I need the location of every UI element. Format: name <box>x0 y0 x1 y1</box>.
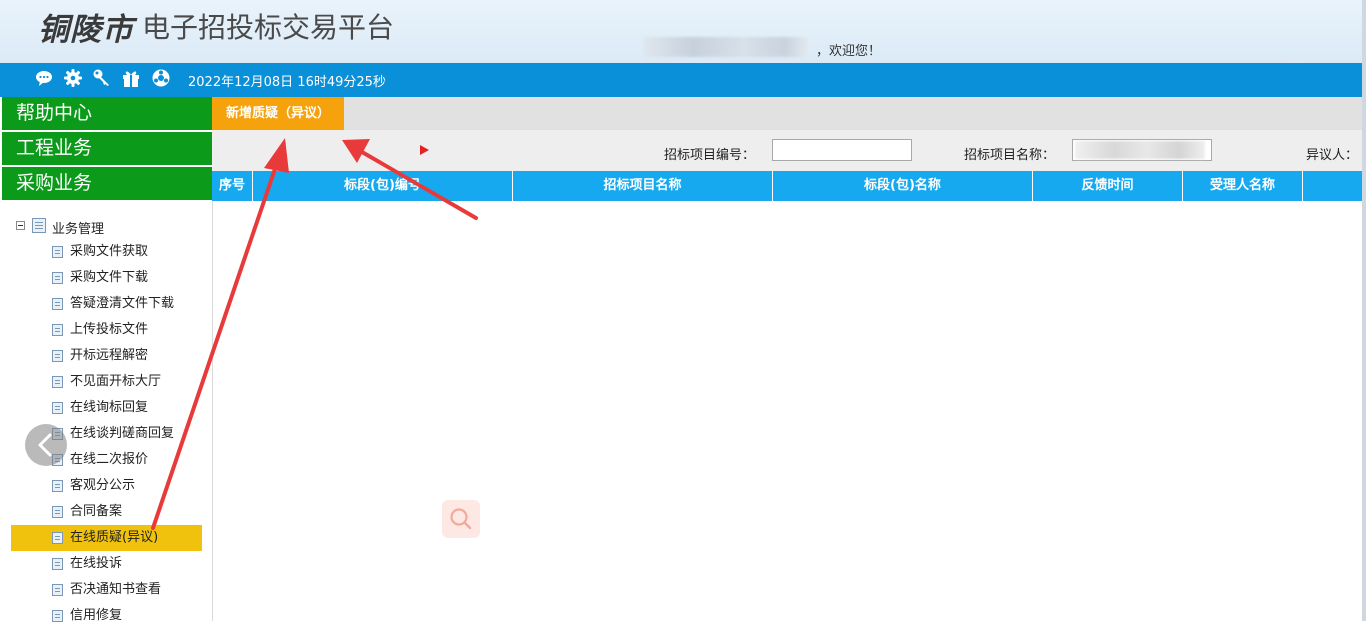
project-number-label: 招标项目编号： <box>664 148 756 163</box>
gift-icon[interactable] <box>121 69 141 89</box>
nav-procurement-business[interactable]: 采购业务 <box>2 167 212 200</box>
tree-item-online-objection[interactable]: 在线质疑(异议) <box>11 525 202 551</box>
chevron-left-icon <box>38 433 52 457</box>
key-icon[interactable] <box>92 69 112 89</box>
document-icon <box>52 376 63 388</box>
username-redacted <box>644 37 810 57</box>
table-header: 序号 标段(包)编号 招标项目名称 标段(包)名称 反馈时间 受理人名称 <box>212 171 1362 201</box>
tree-item-remote-decrypt[interactable]: 开标远程解密 <box>11 343 202 369</box>
document-icon <box>52 324 63 336</box>
document-icon <box>52 610 63 622</box>
floating-search-button[interactable] <box>442 500 480 538</box>
tree-item-credit-repair[interactable]: 信用修复 <box>11 603 202 629</box>
logo-platform-name: 电子招投标交易平台 <box>142 12 395 43</box>
tree-item-virtual-opening-hall[interactable]: 不见面开标大厅 <box>11 369 202 395</box>
document-icon <box>52 532 63 544</box>
column-header-project-name: 招标项目名称 <box>513 171 773 201</box>
sidebar: 帮助中心 工程业务 采购业务 业务管理 采购文件获取 采购文件下载 答疑澄清文件… <box>0 97 213 623</box>
back-arrow-button[interactable] <box>25 424 67 466</box>
column-header-extra <box>1303 171 1362 201</box>
logo-city-name: 铜陵市 <box>38 12 134 47</box>
column-header-handler-name: 受理人名称 <box>1183 171 1303 201</box>
tree-item-procurement-file-download[interactable]: 采购文件下载 <box>11 265 202 291</box>
right-scroll-edge <box>1362 97 1366 621</box>
welcome-text: ，欢迎您！ <box>816 44 882 59</box>
tree-root-label: 业务管理 <box>52 222 105 237</box>
tree-item-online-inquiry-reply[interactable]: 在线询标回复 <box>11 395 202 421</box>
left-edge <box>0 97 2 621</box>
document-icon <box>52 402 63 414</box>
document-icon <box>52 350 63 362</box>
tree-item-contract-filing[interactable]: 合同备案 <box>11 499 202 525</box>
nav-engineering-business[interactable]: 工程业务 <box>2 132 212 165</box>
document-icon <box>52 298 63 310</box>
settings-wheel-icon[interactable] <box>151 69 171 89</box>
current-datetime: 2022年12月08日 16时49分25秒 <box>188 75 386 90</box>
project-name-redacted <box>1075 141 1205 159</box>
tree-item-objective-score[interactable]: 客观分公示 <box>11 473 202 499</box>
tree-item-clarification-download[interactable]: 答疑澄清文件下载 <box>11 291 202 317</box>
document-icon <box>52 246 63 258</box>
tree-item-rejection-notice[interactable]: 否决通知书查看 <box>11 577 202 603</box>
document-icon <box>52 558 63 570</box>
search-icon <box>450 508 472 530</box>
project-name-label: 招标项目名称： <box>964 148 1056 163</box>
tree-item-online-complaint[interactable]: 在线投诉 <box>11 551 202 577</box>
folder-book-icon <box>32 218 46 233</box>
red-pointer-icon <box>420 145 429 155</box>
document-icon <box>52 480 63 492</box>
document-icon <box>52 584 63 596</box>
nav-help-center[interactable]: 帮助中心 <box>2 97 212 130</box>
tab-bar <box>212 97 1362 130</box>
tree-item-upload-bid[interactable]: 上传投标文件 <box>11 317 202 343</box>
add-objection-button[interactable]: 新增质疑（异议） <box>212 97 344 130</box>
top-toolbar: 2022年12月08日 16时49分25秒 <box>0 63 1366 97</box>
project-number-input[interactable] <box>772 139 912 161</box>
document-icon <box>52 272 63 284</box>
chat-icon[interactable] <box>34 69 54 89</box>
column-header-lot-name: 标段(包)名称 <box>773 171 1033 201</box>
column-header-lot-number: 标段(包)编号 <box>253 171 513 201</box>
collapse-icon[interactable] <box>16 221 25 230</box>
column-header-index: 序号 <box>212 171 253 201</box>
tree-item-procurement-file-get[interactable]: 采购文件获取 <box>11 239 202 265</box>
objector-label: 异议人： <box>1306 148 1359 163</box>
site-header: 铜陵市 电子招投标交易平台 ，欢迎您！ <box>0 0 1366 65</box>
gear-icon[interactable] <box>63 69 83 89</box>
document-icon <box>52 506 63 518</box>
column-header-feedback-time: 反馈时间 <box>1033 171 1183 201</box>
